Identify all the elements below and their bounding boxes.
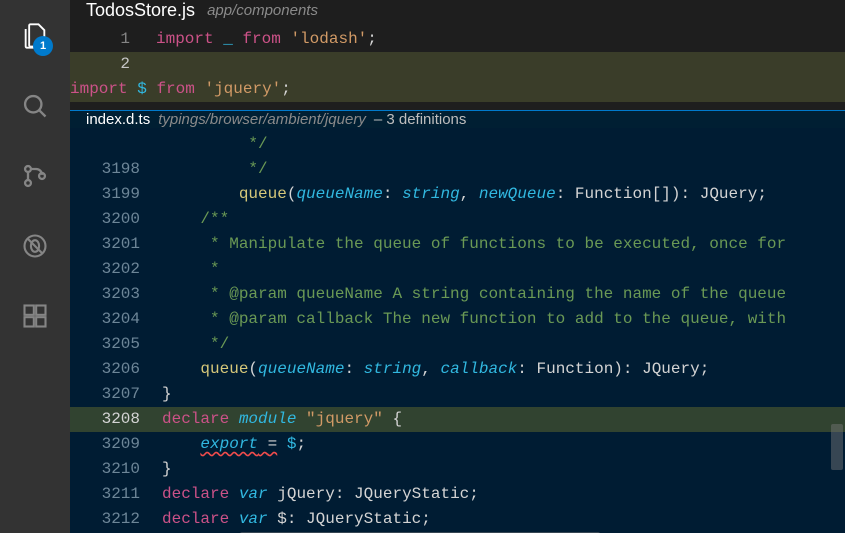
- line-number: 3209: [70, 432, 162, 457]
- peek-filename: index.d.ts: [86, 111, 150, 128]
- line-number: 3202: [70, 257, 162, 282]
- line-number: 3205: [70, 332, 162, 357]
- search-tab[interactable]: [13, 84, 57, 128]
- line-number: 3198: [70, 157, 162, 182]
- code-line[interactable]: 1import _ from 'lodash';: [70, 27, 845, 52]
- debug-tab[interactable]: [13, 224, 57, 268]
- code-line[interactable]: 3202 *: [70, 257, 845, 282]
- line-number: 3199: [70, 182, 162, 207]
- line-number: 3208: [70, 407, 162, 432]
- code-content[interactable]: export = $;: [162, 432, 845, 457]
- git-icon: [21, 162, 49, 190]
- code-line[interactable]: 3203 * @param queueName A string contain…: [70, 282, 845, 307]
- code-line[interactable]: 3201 * Manipulate the queue of functions…: [70, 232, 845, 257]
- line-number: 3212: [70, 507, 162, 532]
- code-line[interactable]: 3212declare var $: JQueryStatic;: [70, 507, 845, 532]
- top-editor[interactable]: 1import _ from 'lodash';2import $ from '…: [70, 21, 845, 102]
- code-content[interactable]: * @param queueName A string containing t…: [162, 282, 845, 307]
- code-line[interactable]: 3206 queue(queueName: string, callback: …: [70, 357, 845, 382]
- line-number: [70, 132, 162, 157]
- line-number: 2: [70, 52, 156, 77]
- code-content[interactable]: import $ from 'jquery';: [70, 77, 845, 102]
- code-content[interactable]: queue(queueName: string, newQueue: Funct…: [162, 182, 845, 207]
- debug-icon: [21, 232, 49, 260]
- activity-bar: 1: [0, 0, 70, 533]
- code-line[interactable]: 3200 /**: [70, 207, 845, 232]
- tab-filename[interactable]: TodosStore.js: [86, 0, 195, 21]
- extensions-icon: [21, 302, 49, 330]
- line-number: 3201: [70, 232, 162, 257]
- code-line[interactable]: 3199 queue(queueName: string, newQueue: …: [70, 182, 845, 207]
- code-content[interactable]: */: [162, 332, 845, 357]
- code-line[interactable]: 3211declare var jQuery: JQueryStatic;: [70, 482, 845, 507]
- code-content[interactable]: *: [162, 257, 845, 282]
- code-line[interactable]: 3210}: [70, 457, 845, 482]
- code-line[interactable]: 3207}: [70, 382, 845, 407]
- code-content[interactable]: import _ from 'lodash';: [156, 27, 845, 52]
- peek-header[interactable]: index.d.ts typings/browser/ambient/jquer…: [70, 110, 845, 128]
- peek-definitions: – 3 definitions: [374, 111, 467, 128]
- code-content[interactable]: queue(queueName: string, callback: Funct…: [162, 357, 845, 382]
- code-line[interactable]: */: [70, 132, 845, 157]
- code-content[interactable]: * @param callback The new function to ad…: [162, 307, 845, 332]
- code-line[interactable]: 2import $ from 'jquery';: [70, 52, 845, 102]
- code-line[interactable]: 3208declare module "jquery" {: [70, 407, 845, 432]
- code-content[interactable]: * Manipulate the queue of functions to b…: [162, 232, 845, 257]
- line-number: 3211: [70, 482, 162, 507]
- peek-body[interactable]: */3198 */3199 queue(queueName: string, n…: [70, 128, 845, 533]
- explorer-badge: 1: [33, 36, 53, 56]
- scrollbar-thumb[interactable]: [831, 424, 843, 470]
- explorer-tab[interactable]: 1: [13, 14, 57, 58]
- code-content[interactable]: declare var jQuery: JQueryStatic;: [162, 482, 845, 507]
- code-content[interactable]: */: [162, 132, 845, 157]
- code-line[interactable]: 3209 export = $;: [70, 432, 845, 457]
- code-content[interactable]: /**: [162, 207, 845, 232]
- code-content[interactable]: }: [162, 382, 845, 407]
- code-content[interactable]: }: [162, 457, 845, 482]
- tab-path: app/components: [207, 2, 318, 19]
- tab-bar: TodosStore.js app/components: [70, 0, 845, 21]
- extensions-tab[interactable]: [13, 294, 57, 338]
- code-content[interactable]: declare var $: JQueryStatic;: [162, 507, 845, 532]
- code-content[interactable]: */: [162, 157, 845, 182]
- line-number: 3200: [70, 207, 162, 232]
- code-line[interactable]: 3205 */: [70, 332, 845, 357]
- line-number: 3207: [70, 382, 162, 407]
- code-line[interactable]: 3204 * @param callback The new function …: [70, 307, 845, 332]
- code-line[interactable]: 3198 */: [70, 157, 845, 182]
- line-number: 3203: [70, 282, 162, 307]
- code-content[interactable]: declare module "jquery" {: [162, 407, 845, 432]
- source-control-tab[interactable]: [13, 154, 57, 198]
- peek-path: typings/browser/ambient/jquery: [158, 111, 366, 128]
- editor-area: TodosStore.js app/components 1import _ f…: [70, 0, 845, 533]
- peek-vertical-scrollbar[interactable]: [831, 132, 843, 530]
- line-number: 1: [70, 27, 156, 52]
- line-number: 3210: [70, 457, 162, 482]
- line-number: 3204: [70, 307, 162, 332]
- line-number: 3206: [70, 357, 162, 382]
- search-icon: [21, 92, 49, 120]
